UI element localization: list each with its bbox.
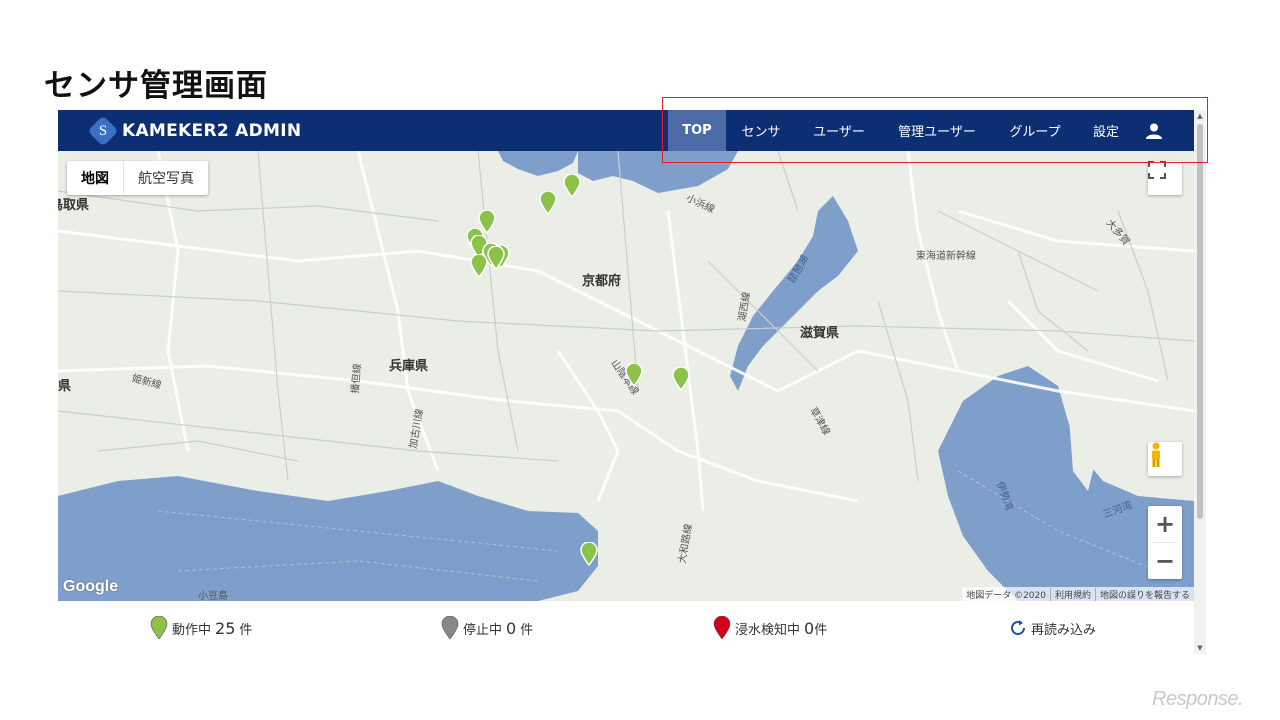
sensor-map[interactable]: 地図 航空写真 京都府 滋賀県 兵庫県 鳥取県 県 小豆島 東海道新幹線 小浜線…	[58, 151, 1194, 601]
fullscreen-icon[interactable]	[1148, 161, 1182, 195]
map-label-tottori: 鳥取県	[58, 198, 90, 213]
map-label-bantan: 播但線	[350, 363, 364, 395]
terms-link[interactable]: 利用規約	[1049, 587, 1095, 601]
google-logo: Google	[63, 578, 119, 595]
page-scrollbar[interactable]: ▲ ▼	[1194, 110, 1206, 654]
zoom-out-button[interactable]: −	[1148, 543, 1182, 579]
status-running-count: 25	[215, 618, 236, 638]
report-error-link[interactable]: 地図の誤りを報告する	[1094, 587, 1194, 601]
sensor-marker[interactable]	[625, 363, 643, 387]
status-flood: 浸水検知中 0 件	[713, 615, 827, 641]
scroll-thumb[interactable]	[1197, 124, 1203, 519]
status-flood-unit: 件	[814, 622, 828, 638]
status-running: 動作中 25 件	[150, 615, 252, 641]
map-label-shiga: 滋賀県	[800, 326, 840, 341]
map-label-tokaido: 東海道新幹線	[916, 251, 976, 262]
status-flood-count: 0	[804, 618, 815, 638]
status-stopped-count: 0	[506, 618, 517, 638]
map-label-okayama: 県	[58, 379, 72, 394]
status-flood-label: 浸水検知中	[735, 622, 801, 638]
sensor-marker[interactable]	[470, 254, 488, 278]
street-view-pegman-icon[interactable]	[1148, 442, 1182, 476]
zoom-in-button[interactable]: +	[1148, 506, 1182, 542]
sensor-marker[interactable]	[487, 246, 505, 270]
sensor-marker[interactable]	[539, 191, 557, 215]
status-stopped-unit: 件	[520, 622, 534, 638]
status-running-label: 動作中	[172, 622, 212, 638]
stopped-marker-icon	[441, 616, 459, 640]
map-type-satellite[interactable]: 航空写真	[123, 161, 208, 195]
status-stopped: 停止中 0 件	[441, 615, 533, 641]
admin-app-window: S KAMEKER2 ADMIN TOP センサ ユーザー 管理ユーザー グルー…	[58, 110, 1206, 654]
map-label-hyogo: 兵庫県	[389, 359, 429, 374]
status-bar: 動作中 25 件 停止中 0 件 浸水検知中 0 件 再読み込み	[58, 601, 1194, 654]
nav-highlight-box	[662, 97, 1208, 163]
sensor-marker[interactable]	[580, 542, 598, 566]
slide-title: センサ管理画面	[44, 68, 268, 104]
brand-name: KAMEKER2 ADMIN	[122, 121, 302, 141]
sensor-marker[interactable]	[563, 174, 581, 198]
status-stopped-label: 停止中	[463, 622, 503, 638]
map-data-credit: 地図データ ©2020	[966, 590, 1046, 601]
flood-marker-icon	[713, 616, 731, 640]
map-label-kyoto: 京都府	[582, 274, 622, 289]
map-type-roadmap[interactable]: 地図	[67, 161, 123, 195]
map-label-shodoshima: 小豆島	[198, 591, 228, 601]
brand[interactable]: S KAMEKER2 ADMIN	[87, 115, 302, 147]
scroll-down-icon[interactable]: ▼	[1194, 642, 1206, 654]
map-type-toggle: 地図 航空写真	[67, 161, 208, 195]
map-attribution: 地図データ ©2020 利用規約 地図の誤りを報告する	[962, 587, 1194, 601]
brand-logo-icon: S	[87, 115, 119, 147]
reload-button[interactable]: 再読み込み	[1009, 615, 1096, 641]
sensor-marker[interactable]	[672, 367, 690, 391]
reload-label: 再読み込み	[1031, 622, 1097, 638]
response-watermark: Response.	[1152, 688, 1244, 710]
status-running-unit: 件	[239, 622, 253, 638]
reload-icon	[1011, 620, 1025, 635]
running-marker-icon	[150, 616, 168, 640]
zoom-control: + −	[1148, 506, 1182, 579]
